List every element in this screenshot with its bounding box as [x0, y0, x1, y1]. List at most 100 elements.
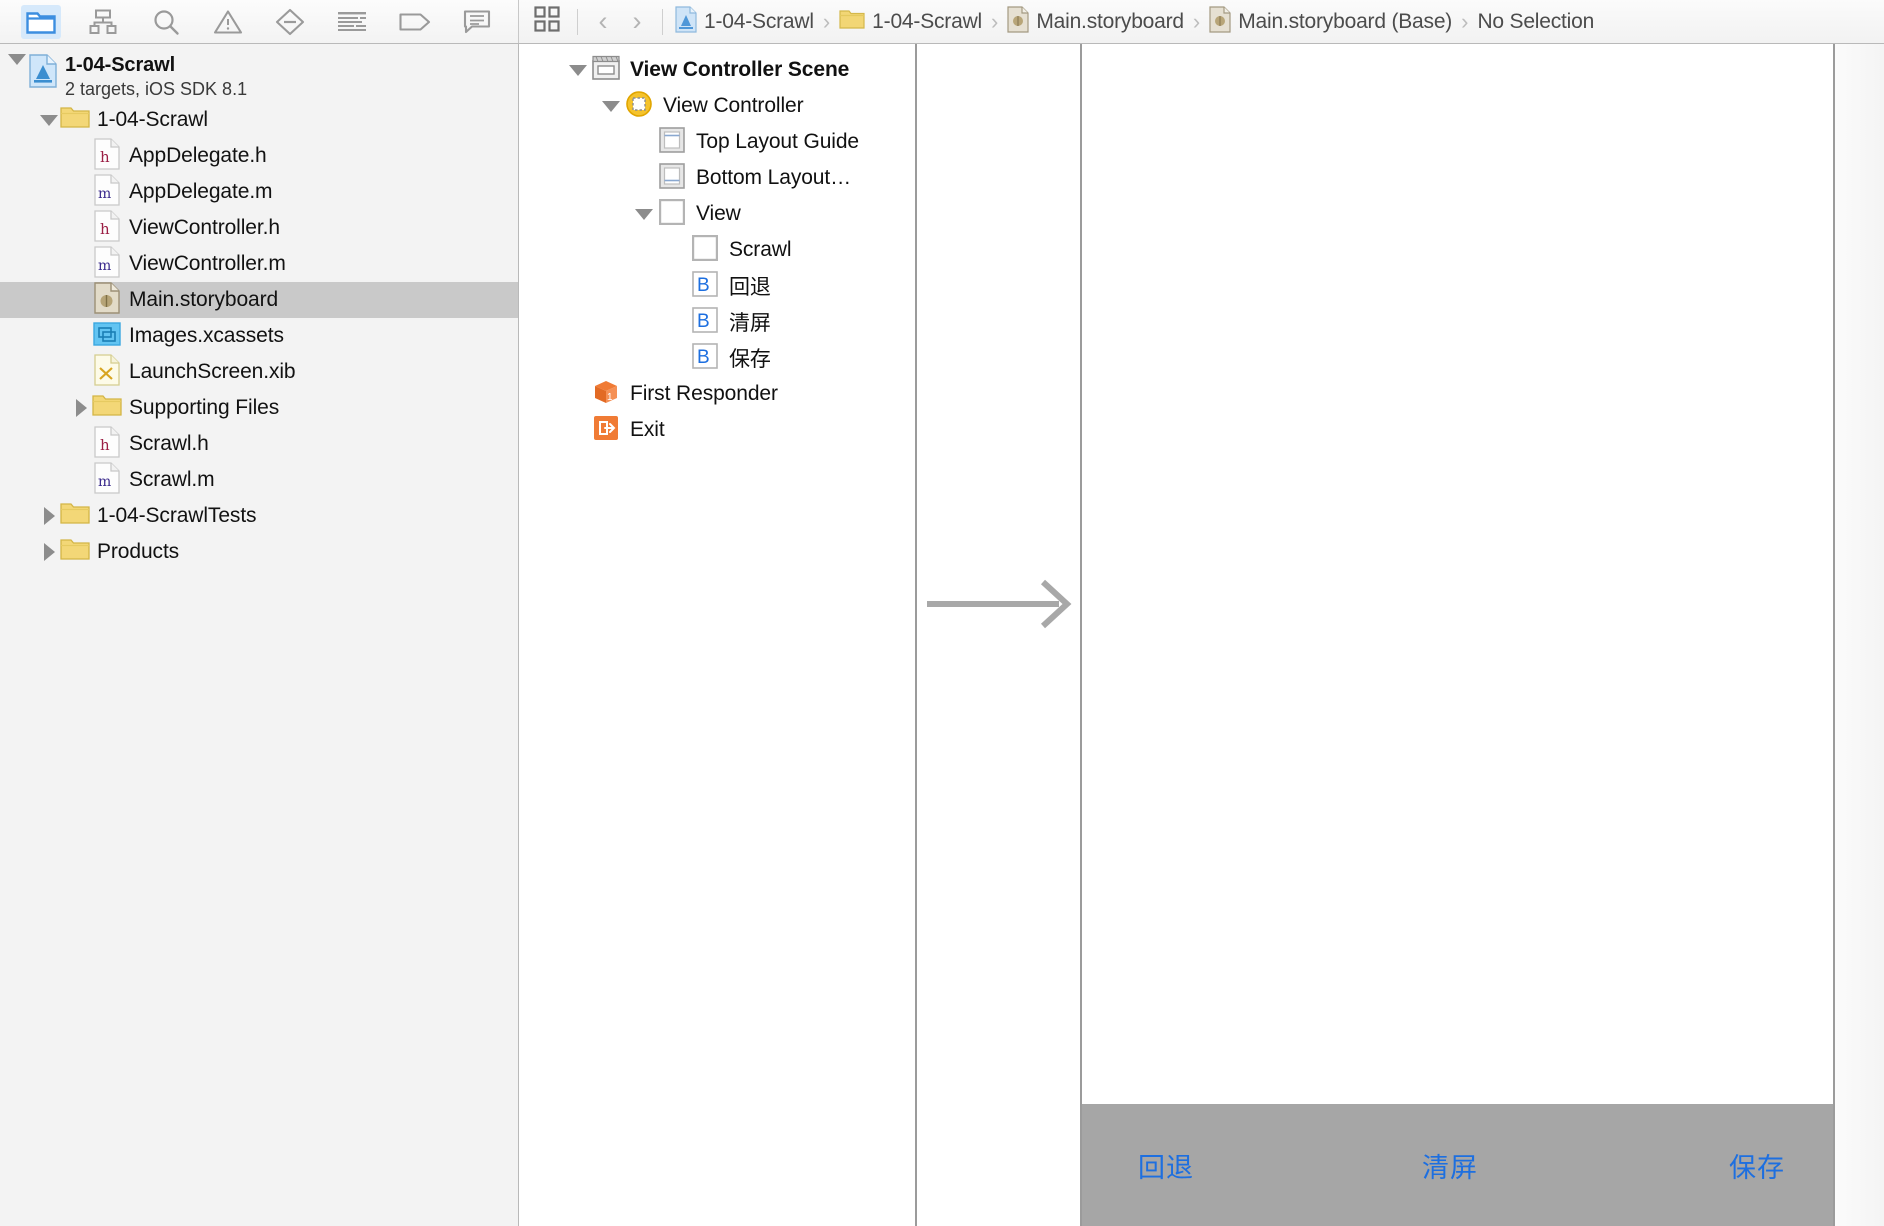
- outline-row[interactable]: Top Layout Guide: [519, 124, 915, 160]
- row-icon: B: [690, 270, 720, 302]
- outline-row-label: 保存: [729, 348, 771, 371]
- jumpbar-divider-1: [577, 8, 578, 35]
- breadcrumb-item-file[interactable]: Main.storyboard: [1003, 4, 1188, 40]
- back-button[interactable]: ‹: [586, 5, 620, 39]
- breadcrumb-item-project[interactable]: 1-04-Scrawl: [671, 4, 818, 40]
- report-navigator-tab[interactable]: [457, 5, 497, 39]
- breadcrumb-item-group[interactable]: 1-04-Scrawl: [835, 6, 986, 37]
- svg-text:1: 1: [607, 392, 613, 403]
- clear-button[interactable]: 清屏: [1422, 1146, 1478, 1185]
- issue-navigator-tab[interactable]: [208, 5, 248, 39]
- button-icon: B: [692, 342, 718, 374]
- navigator-row[interactable]: m Scrawl.m: [0, 461, 518, 499]
- navigator-row[interactable]: Supporting Files: [0, 390, 518, 426]
- outline-row[interactable]: Scrawl: [519, 232, 915, 268]
- disclosure-triangle-closed[interactable]: [38, 507, 60, 525]
- editor-mode-button[interactable]: [529, 5, 565, 39]
- breadcrumb-label: 1-04-Scrawl: [704, 9, 814, 33]
- outline-row[interactable]: Exit: [519, 412, 915, 448]
- initial-scene-arrow-icon: [927, 574, 1082, 634]
- navigator-row[interactable]: m ViewController.m: [0, 245, 518, 283]
- test-navigator-tab[interactable]: [270, 5, 310, 39]
- project-navigator[interactable]: 1-04-Scrawl 2 targets, iOS SDK 8.1 1-04-S…: [0, 44, 519, 1226]
- outline-row-label: View: [696, 202, 741, 225]
- navigator-row[interactable]: h Scrawl.h: [0, 425, 518, 463]
- navigator-row[interactable]: Images.xcassets: [0, 318, 518, 354]
- jumpbar-divider-2: [662, 8, 663, 35]
- header-file-icon: h: [94, 209, 120, 247]
- document-outline[interactable]: View Controller Scene View Controller To…: [519, 44, 917, 1226]
- folder-icon: [60, 105, 90, 135]
- breakpoint-navigator-tab[interactable]: [395, 5, 435, 39]
- interface-builder-canvas[interactable]: 回退 清屏 保存: [917, 44, 1884, 1226]
- navigator-row[interactable]: h AppDelegate.h: [0, 137, 518, 174]
- svg-text:B: B: [697, 275, 710, 296]
- speech-bubble-icon: [463, 9, 491, 35]
- navigator-row[interactable]: 1-04-Scrawl: [0, 102, 518, 138]
- navigator-row[interactable]: 1-04-ScrawlTests: [0, 498, 518, 534]
- breadcrumb-item-variant[interactable]: Main.storyboard (Base): [1205, 4, 1456, 40]
- breadcrumb-item-selection[interactable]: No Selection: [1473, 8, 1598, 36]
- undo-button[interactable]: 回退: [1138, 1146, 1194, 1185]
- disclosure-triangle-open[interactable]: [631, 208, 657, 220]
- outline-row[interactable]: B 保存: [519, 340, 915, 376]
- row-icon: [92, 393, 122, 423]
- row-icon: [92, 321, 122, 352]
- outline-row[interactable]: Bottom Layout…: [519, 160, 915, 196]
- disclosure-triangle-open[interactable]: [38, 114, 60, 126]
- disclosure-triangle-open[interactable]: [598, 100, 624, 112]
- button-icon: B: [692, 270, 718, 302]
- outline-row[interactable]: View: [519, 196, 915, 232]
- row-icon: [60, 501, 90, 531]
- source-file-icon: m: [94, 245, 120, 283]
- jump-bar: ‹ › 1-04-Scrawl › 1-04-Scrawl › Main.sto…: [519, 0, 1884, 43]
- outline-row[interactable]: View Controller Scene: [519, 52, 915, 88]
- outline-row[interactable]: View Controller: [519, 88, 915, 124]
- symbol-navigator-tab[interactable]: [83, 5, 123, 39]
- xib-file-icon: [94, 353, 120, 391]
- view-icon: [658, 198, 686, 230]
- row-icon: h: [92, 425, 122, 463]
- navigator-row-label: Products: [97, 540, 180, 563]
- row-icon: m: [92, 461, 122, 499]
- row-icon: [690, 234, 720, 266]
- navigator-row[interactable]: LaunchScreen.xib: [0, 353, 518, 391]
- outline-row[interactable]: 1 First Responder: [519, 376, 915, 412]
- svg-text:B: B: [697, 347, 710, 368]
- navigator-row[interactable]: Products: [0, 534, 518, 570]
- storyboard-file-icon: [1007, 5, 1029, 38]
- xcode-project-icon: [675, 5, 697, 38]
- breadcrumb-chevron-3: ›: [1461, 8, 1469, 34]
- outline-row[interactable]: B 清屏: [519, 304, 915, 340]
- main-split: 1-04-Scrawl 2 targets, iOS SDK 8.1 1-04-S…: [0, 44, 1884, 1226]
- project-navigator-tab[interactable]: [21, 4, 62, 39]
- disclosure-triangle-closed[interactable]: [70, 399, 92, 417]
- find-navigator-tab[interactable]: [146, 5, 186, 39]
- scene-icon: [592, 55, 620, 86]
- save-button[interactable]: 保存: [1729, 1146, 1785, 1185]
- forward-button[interactable]: ›: [620, 5, 654, 39]
- header-file-icon: h: [94, 425, 120, 463]
- row-icon: [657, 162, 687, 195]
- breadcrumb: 1-04-Scrawl › 1-04-Scrawl › Main.storybo…: [671, 4, 1598, 40]
- outline-row[interactable]: B 回退: [519, 268, 915, 304]
- disclosure-triangle-closed[interactable]: [38, 543, 60, 561]
- navigator-row[interactable]: m AppDelegate.m: [0, 173, 518, 210]
- view-controller-scene-canvas[interactable]: 回退 清屏 保存: [1080, 44, 1835, 1226]
- navigator-row-label: 1-04-Scrawl: [97, 108, 208, 131]
- editor-area: View Controller Scene View Controller To…: [519, 44, 1884, 1226]
- storyboard-file-icon: [94, 281, 120, 319]
- navigator-row[interactable]: Main.storyboard: [0, 281, 518, 319]
- navigator-row[interactable]: 1-04-Scrawl 2 targets, iOS SDK 8.1: [0, 50, 518, 102]
- exit-icon: [592, 414, 620, 447]
- scrawl-view[interactable]: [1082, 44, 1833, 1104]
- outline-row-label: Scrawl: [729, 238, 792, 261]
- debug-navigator-tab[interactable]: [332, 5, 372, 39]
- row-icon: [60, 105, 90, 135]
- disclosure-triangle-open[interactable]: [565, 64, 591, 76]
- view-icon: [691, 234, 719, 266]
- folder-icon: [60, 501, 90, 531]
- navigator-row[interactable]: h ViewController.h: [0, 209, 518, 247]
- outline-row-label: Exit: [630, 418, 665, 441]
- disclosure-triangle-open[interactable]: [6, 54, 28, 65]
